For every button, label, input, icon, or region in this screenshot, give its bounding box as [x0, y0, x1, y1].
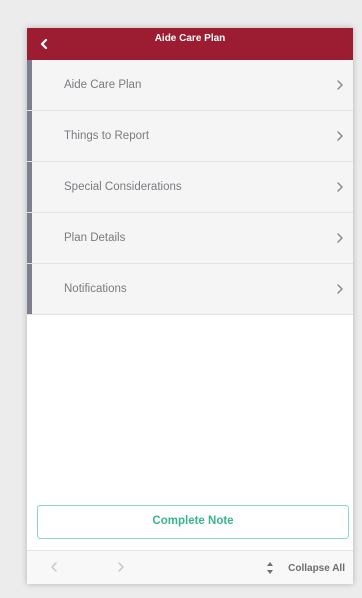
- menu-item-accent-bar: [27, 213, 32, 263]
- menu-item-accent-bar: [27, 264, 32, 314]
- collapse-all-label: Collapse All: [288, 562, 345, 574]
- chevron-right-icon: [118, 562, 124, 572]
- menu-item-label: Plan Details: [64, 232, 126, 244]
- collapse-all-button[interactable]: Collapse All: [265, 551, 345, 584]
- menu-item-things-to-report[interactable]: Things to Report: [27, 111, 353, 162]
- menu-item-plan-details[interactable]: Plan Details: [27, 213, 353, 264]
- menu-item-accent-bar: [27, 111, 32, 161]
- chevron-right-icon: [337, 233, 343, 243]
- app-screen: Aide Care Plan Aide Care Plan Things to …: [27, 28, 353, 584]
- next-button[interactable]: [114, 560, 128, 574]
- back-button[interactable]: [27, 28, 61, 60]
- page-title: Aide Care Plan: [154, 33, 226, 44]
- previous-button[interactable]: [47, 560, 61, 574]
- chevron-left-icon: [40, 39, 48, 49]
- menu-item-accent-bar: [27, 60, 32, 110]
- menu-item-special-considerations[interactable]: Special Considerations: [27, 162, 353, 213]
- menu-item-label: Things to Report: [64, 130, 150, 142]
- menu-item-label: Notifications: [64, 283, 127, 295]
- chevron-right-icon: [337, 182, 343, 192]
- header-bar: Aide Care Plan: [27, 28, 353, 60]
- menu-item-notifications[interactable]: Notifications: [27, 264, 353, 315]
- complete-note-button[interactable]: Complete Note: [37, 505, 349, 539]
- chevron-right-icon: [337, 80, 343, 90]
- menu-item-label: Special Considerations: [64, 181, 182, 193]
- chevron-left-icon: [51, 562, 57, 572]
- menu-item-label: Aide Care Plan: [64, 79, 142, 91]
- footer-toolbar: Collapse All: [27, 550, 353, 584]
- chevron-right-icon: [337, 131, 343, 141]
- chevron-right-icon: [337, 284, 343, 294]
- collapse-arrows-icon: [267, 562, 274, 574]
- menu-item-accent-bar: [27, 162, 32, 212]
- menu-item-aide-care-plan[interactable]: Aide Care Plan: [27, 60, 353, 111]
- care-plan-menu: Aide Care Plan Things to Report Special …: [27, 60, 353, 315]
